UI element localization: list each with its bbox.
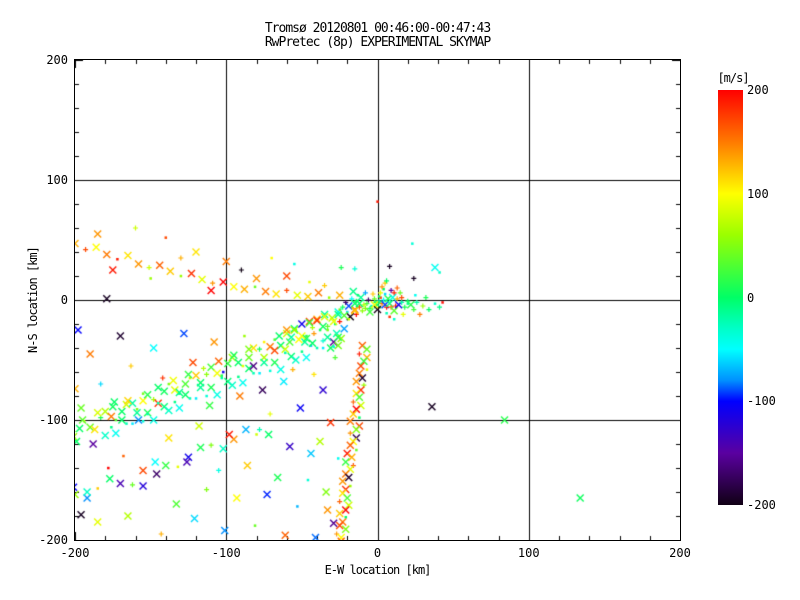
x-tick-label: 100 bbox=[517, 546, 540, 560]
colorbar-tick-label: 0 bbox=[747, 290, 755, 305]
x-tick-label: 0 bbox=[373, 546, 382, 560]
plot-title: Tromsø 20120801 00:46:00-00:47:43 bbox=[264, 21, 491, 36]
x-tick-label: -200 bbox=[60, 546, 90, 560]
x-tick-label: 200 bbox=[669, 546, 691, 560]
colorbar-tick-label: -100 bbox=[747, 394, 776, 409]
skymap-figure: Tromsø 20120801 00:46:00-00:47:43 RwPret… bbox=[0, 0, 800, 600]
y-tick-label: -200 bbox=[39, 533, 68, 547]
colorbar-gradient bbox=[718, 90, 743, 505]
x-tick-label: -100 bbox=[211, 546, 241, 560]
y-tick-label: 100 bbox=[46, 173, 68, 187]
y-tick-label: -100 bbox=[39, 413, 68, 427]
colorbar-tick-label: 200 bbox=[747, 83, 769, 97]
y-tick-label: 200 bbox=[46, 53, 68, 67]
scatter-plot-canvas bbox=[75, 60, 680, 540]
y-tick-label: 0 bbox=[60, 293, 68, 307]
plot-subtitle: RwPretec (8p) EXPERIMENTAL SKYMAP bbox=[264, 35, 491, 50]
colorbar-tick-label: 100 bbox=[747, 186, 769, 201]
colorbar-tick-label: -200 bbox=[747, 498, 776, 512]
x-axis-label: E-W location [km] bbox=[324, 563, 432, 577]
